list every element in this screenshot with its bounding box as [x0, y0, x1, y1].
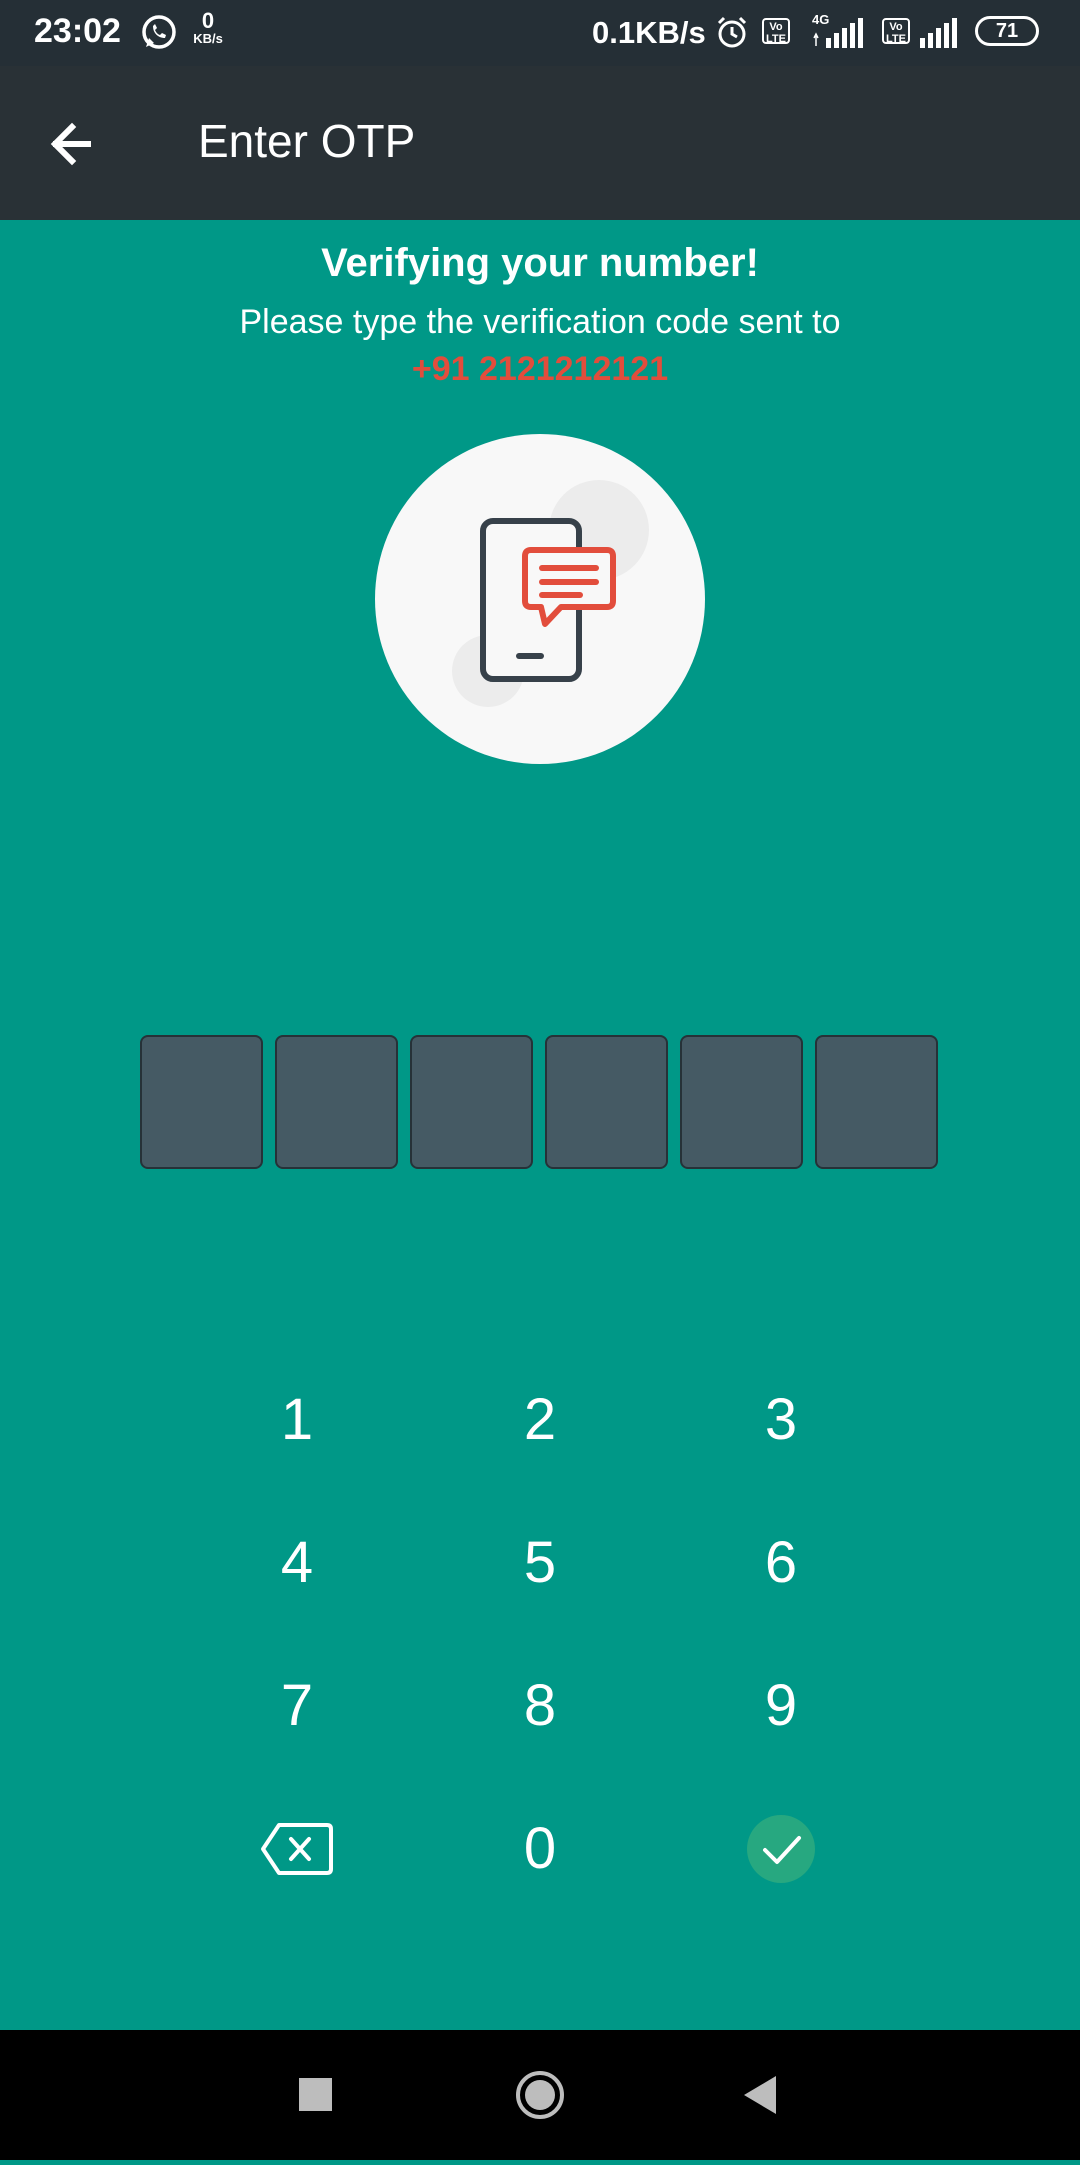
check-icon	[747, 1815, 815, 1883]
system-nav-bar	[0, 2030, 1080, 2160]
key-6[interactable]: 6	[681, 1503, 881, 1623]
backspace-icon	[261, 1823, 333, 1875]
key-5[interactable]: 5	[440, 1503, 640, 1623]
status-time: 23:02	[34, 12, 121, 50]
home-button[interactable]	[480, 2030, 600, 2160]
verification-subtext: Please type the verification code sent t…	[239, 303, 841, 341]
recents-square-icon	[299, 2078, 332, 2111]
arrow-left-icon	[50, 122, 91, 166]
otp-digit-box[interactable]	[680, 1035, 803, 1169]
home-circle-icon	[516, 2071, 564, 2119]
number-keypad: 1 2 3 4 5 6 7 8 9 0	[0, 1360, 1080, 1940]
key-4[interactable]: 4	[197, 1503, 397, 1623]
net-speed-small-value: 0	[201, 8, 215, 33]
back-triangle-icon	[744, 2076, 776, 2114]
key-3[interactable]: 3	[681, 1360, 881, 1480]
verification-heading: Verifying your number!	[321, 241, 759, 285]
net-speed-small-unit: KB/s	[193, 31, 223, 46]
phone-message-icon	[375, 434, 705, 764]
recents-button[interactable]	[256, 2030, 376, 2160]
battery-level: 71	[995, 20, 1019, 42]
key-7[interactable]: 7	[197, 1646, 397, 1766]
backspace-button[interactable]	[197, 1789, 397, 1909]
submit-button[interactable]	[681, 1789, 881, 1909]
key-9[interactable]: 9	[681, 1646, 881, 1766]
otp-digit-box[interactable]	[545, 1035, 668, 1169]
app-bar: Enter OTP	[0, 66, 1080, 220]
key-0[interactable]: 0	[440, 1789, 640, 1909]
whatsapp-icon	[140, 13, 178, 56]
signal-icon	[812, 18, 866, 53]
back-nav-button[interactable]	[700, 2030, 820, 2160]
net-speed: 0.1KB/s	[592, 15, 706, 50]
otp-digit-box[interactable]	[410, 1035, 533, 1169]
page-title: Enter OTP	[198, 115, 416, 167]
status-bar: 23:02 0 KB/s 0.1KB/s Vo LTE 4G Vo LTE 71	[0, 0, 1080, 66]
otp-digit-box[interactable]	[815, 1035, 938, 1169]
otp-digit-box[interactable]	[140, 1035, 263, 1169]
signal-icon	[918, 18, 962, 53]
phone-number: +91 2121212121	[411, 350, 669, 388]
key-2[interactable]: 2	[440, 1360, 640, 1480]
key-1[interactable]: 1	[197, 1360, 397, 1480]
otp-digit-box[interactable]	[275, 1035, 398, 1169]
net-speed-small: 0 KB/s	[188, 10, 228, 46]
otp-input-row	[140, 1035, 940, 1169]
volte-icon: Vo LTE	[762, 18, 790, 45]
back-button[interactable]	[36, 106, 116, 182]
key-8[interactable]: 8	[440, 1646, 640, 1766]
alarm-icon	[714, 14, 750, 55]
battery-icon: 71	[975, 16, 1039, 46]
volte-icon: Vo LTE	[882, 18, 910, 45]
